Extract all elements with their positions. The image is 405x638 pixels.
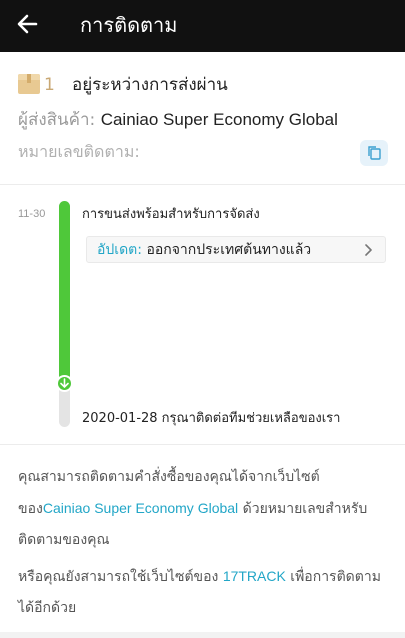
event-title: การขนส่งพร้อมสำหรับการจัดส่ง [82, 207, 260, 222]
section-divider [0, 184, 405, 185]
arrow-left-icon [17, 14, 38, 34]
info-text: หรือคุณยังสามารถใช้เว็บไซต์ของ [18, 569, 223, 585]
top-bar: การติดตาม [0, 0, 405, 52]
tracking-number-label: หมายเลขติดตาม: [18, 142, 140, 161]
back-button[interactable] [14, 10, 48, 40]
17track-link[interactable]: 17TRACK [223, 568, 286, 584]
sender-value: Cainiao Super Economy Global [100, 110, 338, 129]
last-event-text: 2020-01-28 กรุณาติดต่อทีมช่วยเหลือของเรา [82, 411, 341, 426]
chevron-right-icon [365, 244, 372, 256]
info-paragraph-1: คุณสามารถติดตามคำสั่งซื้อของคุณได้จากเว็… [18, 462, 388, 556]
bottom-separator [0, 632, 405, 638]
sender-row: ผู้ส่งสินค้า: Cainiao Super Economy Glob… [18, 108, 338, 132]
timeline-dot-icon [56, 375, 73, 392]
copy-button[interactable] [360, 140, 388, 166]
package-box-icon [18, 74, 40, 94]
update-text: อัปเดต: ออกจากประเทศต้นทางแล้ว [97, 240, 311, 260]
info-paragraph-2: หรือคุณยังสามารถใช้เว็บไซต์ของ 17TRACK เ… [18, 561, 388, 624]
copy-icon [368, 146, 381, 160]
update-value: ออกจากประเทศต้นทางแล้ว [146, 242, 312, 258]
package-count: 1 [44, 75, 55, 95]
carrier-link[interactable]: Cainiao Super Economy Global [43, 500, 238, 516]
update-detail-row[interactable]: อัปเดต: ออกจากประเทศต้นทางแล้ว [86, 236, 386, 263]
sender-label: ผู้ส่งสินค้า: [18, 110, 96, 130]
section-divider [0, 444, 405, 445]
info-block: คุณสามารถติดตามคำสั่งซื้อของคุณได้จากเว็… [18, 462, 388, 624]
event-time: 11-30 [18, 208, 46, 220]
timeline-progress [59, 201, 70, 381]
update-label: อัปเดต: [97, 242, 142, 258]
page-title: การติดตาม [80, 13, 178, 37]
shipment-status: อยู่ระหว่างการส่งผ่าน [72, 75, 228, 95]
